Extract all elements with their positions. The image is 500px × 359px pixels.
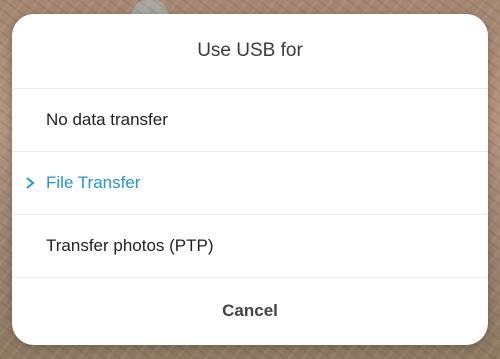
option-label: No data transfer (46, 110, 168, 129)
chevron-right-icon (26, 177, 35, 189)
option-label: File Transfer (46, 173, 141, 192)
option-file-transfer[interactable]: File Transfer (12, 152, 488, 215)
use-usb-dialog: Use USB for No data transfer File Transf… (12, 14, 488, 345)
cancel-button[interactable]: Cancel (12, 278, 488, 343)
dialog-title: Use USB for (12, 14, 488, 89)
option-no-data-transfer[interactable]: No data transfer (12, 89, 488, 152)
option-label: Transfer photos (PTP) (46, 236, 214, 255)
option-transfer-photos-ptp[interactable]: Transfer photos (PTP) (12, 215, 488, 278)
